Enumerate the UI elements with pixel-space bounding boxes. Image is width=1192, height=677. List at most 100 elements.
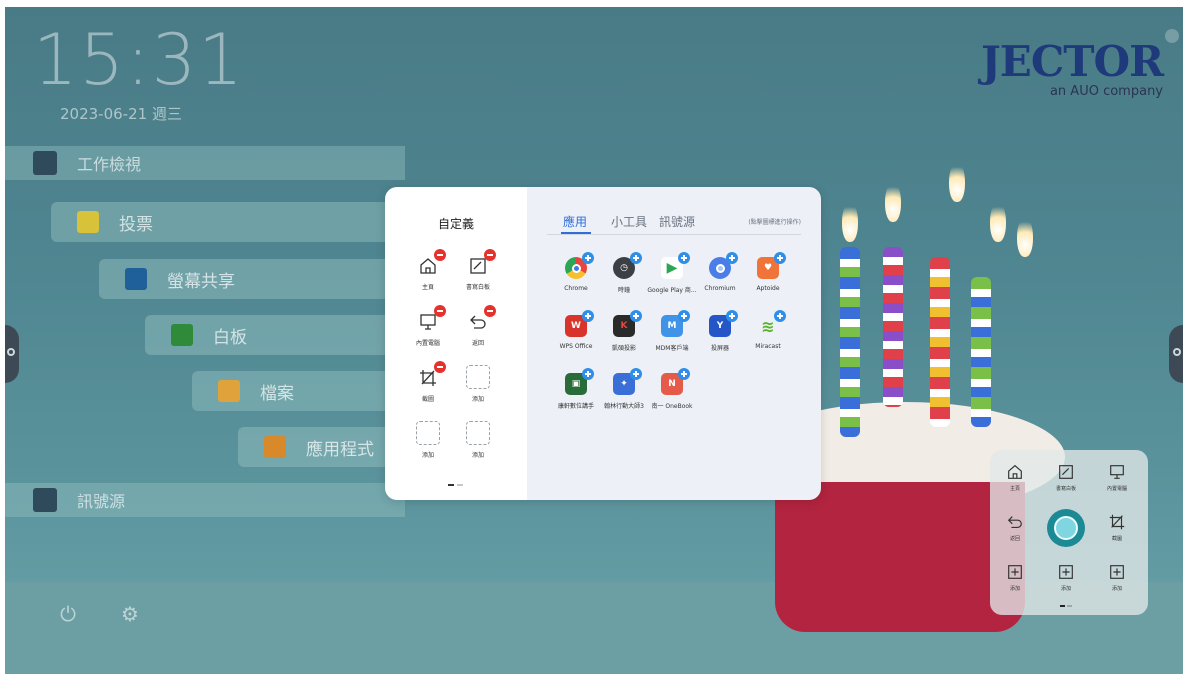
remove-icon[interactable] [484, 249, 496, 261]
app-item-miracast[interactable]: ≋ Miracast [737, 310, 799, 350]
slot-add[interactable]: 添加 [457, 421, 499, 459]
wps-office-icon: W [565, 310, 594, 337]
menu-item-vote[interactable]: 投票 [51, 202, 391, 242]
add-icon [1005, 562, 1025, 582]
apps-icon [264, 436, 286, 458]
tab-sources[interactable]: 訊號源 [659, 213, 695, 230]
right-drawer-handle[interactable] [1169, 325, 1183, 383]
slot-label: 返回 [471, 340, 484, 347]
menu-item-screen-share[interactable]: 螢幕共享 [99, 259, 391, 299]
app-label: Miracast [755, 343, 781, 350]
chromium-icon [709, 252, 738, 279]
candle [883, 247, 903, 407]
brand-logo-text: JECTOR [980, 37, 1164, 86]
whiteboard-icon [467, 249, 496, 277]
source-row[interactable]: 訊號源 [5, 483, 405, 517]
quick-label: 內置電腦 [1106, 486, 1127, 492]
slot-crop[interactable]: 截圖 [407, 361, 449, 403]
remove-icon[interactable] [434, 305, 446, 317]
quick-label: 添加 [1009, 586, 1020, 592]
slot-add[interactable]: 添加 [407, 421, 449, 459]
brand-subtitle: an AUO company [1049, 84, 1163, 99]
menu-item-apps[interactable]: 應用程式 [238, 427, 391, 467]
handle-dot-icon [7, 348, 15, 356]
quick-label: 返回 [1009, 536, 1020, 542]
menu-item-files[interactable]: 檔案 [192, 371, 391, 411]
candle-flame [842, 202, 858, 242]
crop-icon [1107, 512, 1127, 532]
chrome-icon [565, 252, 594, 279]
customize-dialog: 自定義 主頁 書寫白板 內置電腦 返回 截圖 添加 添加 添加 應用 小工具 訊… [385, 187, 821, 500]
slot-add[interactable]: 添加 [457, 365, 499, 403]
slot-label: 內置電腦 [415, 340, 440, 347]
slot-whiteboard[interactable]: 書寫白板 [457, 249, 499, 291]
quick-add-button[interactable]: 添加 [1046, 562, 1086, 592]
app-label: 南一 OneBook [651, 403, 693, 410]
customize-title: 自定義 [437, 217, 474, 231]
remove-icon[interactable] [434, 249, 446, 261]
workspace-icon [33, 151, 57, 175]
left-drawer-handle[interactable] [5, 325, 19, 383]
tab-tools[interactable]: 小工具 [611, 213, 647, 230]
source-label: 訊號源 [77, 492, 126, 511]
settings-gear-icon[interactable]: ⚙ [115, 599, 145, 629]
quick-home-button[interactable]: 主頁 [995, 462, 1035, 492]
menu-item-label: 投票 [119, 214, 153, 235]
app-item-aptoide[interactable]: ♥ Aptoide [737, 252, 799, 292]
add-app-icon[interactable] [678, 368, 690, 380]
candle [930, 257, 950, 427]
app-item-nanyi[interactable]: N 南一 OneBook [641, 368, 703, 410]
back-icon [467, 305, 496, 333]
empty-slot-icon [416, 421, 440, 445]
slot-label: 添加 [471, 452, 484, 459]
corner-indicator [1165, 29, 1179, 43]
candle [971, 277, 991, 427]
mdm-client-icon: M [661, 310, 690, 337]
candle-flame [885, 182, 901, 222]
customize-slots-panel: 自定義 主頁 書寫白板 內置電腦 返回 截圖 添加 添加 添加 [385, 187, 527, 500]
quick-label: 添加 [1060, 586, 1071, 592]
back-icon [1005, 512, 1025, 532]
menu-item-label: 白板 [213, 327, 247, 348]
menu-item-label: 螢幕共享 [167, 271, 235, 292]
clock-time: 15:31 [33, 19, 245, 101]
remove-icon[interactable] [484, 305, 496, 317]
quick-back-button[interactable]: 返回 [995, 512, 1035, 542]
app-picker-panel: 應用 小工具 訊號源 (點擊圖標進行操作) Chrome ◷ 時鐘 ▶ Goog… [527, 187, 821, 500]
tab-apps[interactable]: 應用 [563, 213, 587, 230]
quick-pc-button[interactable]: 內置電腦 [1097, 462, 1137, 492]
slot-home[interactable]: 主頁 [407, 249, 449, 291]
quick-add-button[interactable]: 添加 [1097, 562, 1137, 592]
quick-add-button[interactable]: 添加 [995, 562, 1035, 592]
slot-label: 添加 [471, 396, 484, 403]
onebook-icon: N [661, 368, 690, 395]
quick-whiteboard-button[interactable]: 書寫白板 [1046, 462, 1086, 492]
empty-slot-icon [466, 365, 490, 389]
slot-label: 截圖 [421, 396, 434, 403]
workspace-row[interactable]: 工作檢視 [5, 146, 405, 180]
active-tab-underline [561, 232, 591, 234]
quick-crop-button[interactable]: 截圖 [1097, 512, 1137, 542]
remove-icon[interactable] [434, 361, 446, 373]
quick-pager [1060, 605, 1072, 607]
menu-item-whiteboard[interactable]: 白板 [145, 315, 391, 355]
add-icon [1056, 562, 1076, 582]
candle-flame [949, 162, 965, 202]
quick-label: 添加 [1111, 586, 1122, 592]
quick-toolbar: 主頁 書寫白板 內置電腦 返回 截圖 添加 添加 添加 [990, 450, 1148, 615]
screen-cast-icon: Y [709, 310, 738, 337]
workspace-label: 工作檢視 [77, 155, 142, 174]
brand-logo: JECTOR an AUO company [980, 37, 1164, 99]
add-app-icon[interactable] [774, 310, 786, 322]
slot-label: 添加 [421, 452, 434, 459]
whiteboard-icon [171, 324, 193, 346]
power-icon[interactable]: ⏻ [53, 599, 83, 629]
slot-pc[interactable]: 內置電腦 [407, 305, 449, 347]
app-label: Aptoide [756, 285, 780, 292]
candle [840, 247, 860, 437]
add-app-icon[interactable] [774, 252, 786, 264]
quick-center-button[interactable] [1047, 509, 1085, 547]
slot-back[interactable]: 返回 [457, 305, 499, 347]
whiteboard-icon [1056, 462, 1076, 482]
monitor-icon [417, 305, 446, 333]
